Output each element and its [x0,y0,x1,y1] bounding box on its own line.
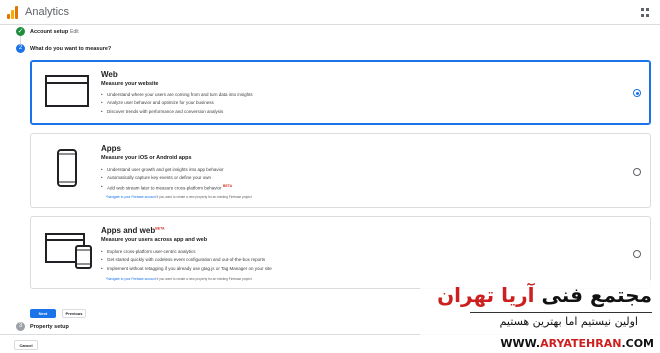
firebase-link[interactable]: *Navigate to your Firebase account [106,277,156,281]
step-property-setup-label: Property setup [30,324,69,330]
firebase-link[interactable]: *Navigate to your Firebase account [106,195,156,199]
beta-badge: BETA [222,183,233,188]
watermark-title-red: آریا تهران [437,283,535,307]
bullet-text: Add web stream later to measure cross-pl… [107,185,222,191]
top-bar: Analytics [0,0,660,25]
option-bullets: Understand where your users are coming f… [101,92,253,117]
apps-grid-icon[interactable] [641,8,650,17]
list-item: Automatically capture key events or defi… [101,175,232,180]
list-item: Implement without retagging if you alrea… [101,266,272,271]
previous-button[interactable]: Previous [62,309,86,318]
option-subtitle: Measure your iOS or Android apps [101,155,192,161]
watermark-title-black: مجتمع فنی [534,283,653,307]
step-complete-check-icon: ✓ [16,27,25,36]
option-title: Apps [101,144,121,153]
app-title: Analytics [25,6,70,18]
radio-web[interactable] [633,89,641,97]
step-measure-label: What do you want to measure? [30,46,112,52]
site-brand: ARYATEHRAN [540,337,622,350]
list-item: Understand where your users are coming f… [101,92,253,97]
browser-and-phone-icon [45,233,92,269]
list-item: Understand user growth and get insights … [101,167,232,172]
next-button[interactable]: Next [30,309,56,318]
radio-apps[interactable] [633,168,641,176]
beta-badge: BETA [155,226,165,231]
option-subtitle: Measure your website [101,81,159,87]
step-number-3: 3 [16,322,25,331]
option-bullets: Understand user growth and get insights … [101,167,232,193]
option-title: Apps and webBETA [101,226,165,235]
list-item: Analyze user behavior and optimize for y… [101,100,253,105]
list-item: Discover trends with performance and con… [101,109,253,114]
step-number-2: 2 [16,44,25,53]
step-connector [20,36,21,44]
watermark-title: مجتمع فنی آریا تهران [437,283,652,307]
option-bullets: Explore cross-platform user-centric anal… [101,249,272,274]
watermark-website: WWW.ARYATEHRAN.COM [500,337,654,350]
note-text: if you want to create a new property for… [155,277,252,281]
option-card-apps-and-web[interactable]: Apps and webBETA Measure your users acro… [30,216,651,289]
watermark-slogan: اولین نیستیم اما بهترین هستیم [499,315,638,328]
site-prefix: WWW. [500,337,541,350]
step-edit-link[interactable]: Edit [70,29,79,35]
browser-window-icon [45,75,89,107]
list-item: Get started quickly with codeless event … [101,257,272,262]
radio-apps-and-web[interactable] [633,250,641,258]
list-item: Add web stream later to measure cross-pl… [101,184,232,191]
analytics-logo-icon [6,5,20,19]
firebase-note: *Navigate to your Firebase account if yo… [106,277,252,281]
option-title: Web [101,70,118,79]
phone-icon [57,149,77,187]
list-item: Explore cross-platform user-centric anal… [101,249,272,254]
option-card-apps[interactable]: Apps Measure your iOS or Android apps Un… [30,133,651,208]
step-account-setup-label: Account setup [30,29,69,35]
cancel-button[interactable]: Cancel [14,340,38,350]
note-text: if you want to create a new property for… [155,195,252,199]
site-suffix: .COM [621,337,654,350]
option-subtitle: Measure your users across app and web [101,237,208,243]
option-card-web[interactable]: Web Measure your website Understand wher… [30,60,651,125]
firebase-note: *Navigate to your Firebase account if yo… [106,195,252,199]
aryatehran-watermark: مجتمع فنی آریا تهران اولین نیستیم اما به… [380,280,660,353]
watermark-divider [470,312,652,313]
option-title-text: Apps and web [101,226,156,235]
